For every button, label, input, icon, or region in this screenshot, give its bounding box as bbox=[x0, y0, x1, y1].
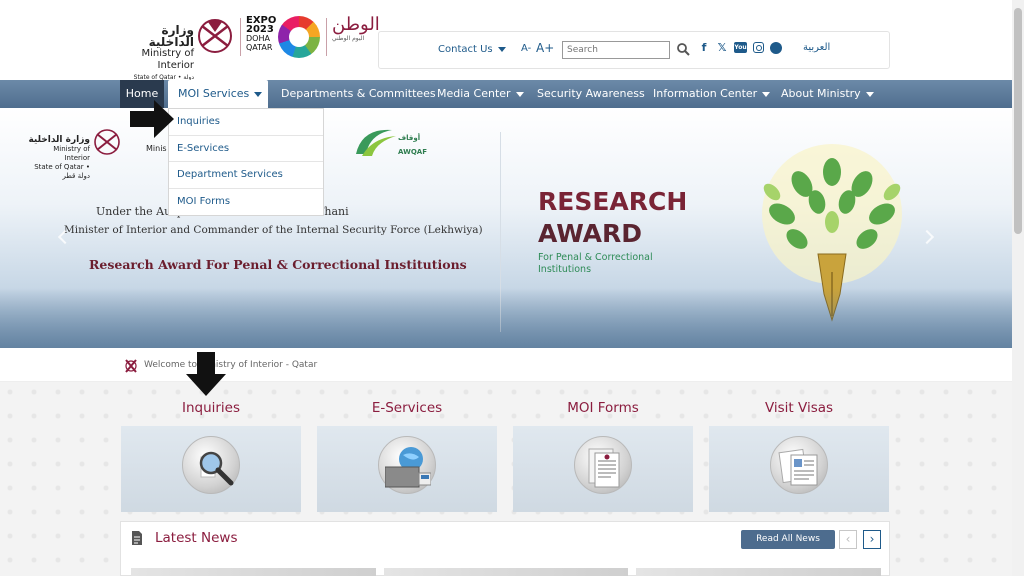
read-all-news-button[interactable]: Read All News bbox=[741, 530, 835, 549]
arrow-right-icon bbox=[130, 100, 174, 138]
awqaf-logo-icon bbox=[356, 129, 396, 156]
youtube-icon[interactable]: You bbox=[734, 42, 747, 53]
page-scrollbar[interactable] bbox=[1012, 0, 1024, 576]
breadcrumb-text: Welcome to Ministry of Interior - Qatar bbox=[144, 360, 318, 370]
contact-us-link[interactable]: Contact Us bbox=[438, 44, 506, 55]
service-tile[interactable] bbox=[317, 426, 497, 512]
logo-arabic: وزارة الداخلية bbox=[148, 23, 194, 49]
font-increase-button[interactable]: A+ bbox=[536, 41, 554, 55]
service-icon-circle bbox=[378, 436, 436, 494]
nav-media-center[interactable]: Media Center bbox=[437, 80, 524, 108]
arrow-down-icon bbox=[186, 352, 226, 396]
service-title[interactable]: MOI Forms bbox=[513, 392, 693, 426]
chevron-down-icon bbox=[762, 91, 771, 97]
qatar-emblem-icon bbox=[198, 19, 232, 53]
search-input[interactable] bbox=[562, 41, 670, 59]
moi-services-dropdown: Inquiries E-Services Department Services… bbox=[168, 108, 324, 216]
instagram-icon[interactable] bbox=[753, 42, 764, 53]
arabic-language-link[interactable]: العربية bbox=[803, 42, 830, 53]
service-icon-circle bbox=[182, 436, 240, 494]
research-award-subtitle: For Penal & Correctional Institutions bbox=[538, 252, 653, 275]
emblem-icon bbox=[125, 359, 137, 373]
banner-moi-logo: وزارة الداخلية Ministry of Interior Stat… bbox=[28, 135, 90, 181]
breadcrumb: Welcome to Ministry of Interior - Qatar bbox=[0, 350, 1012, 382]
service-tile[interactable] bbox=[513, 426, 693, 512]
logo-english: Ministry of Interior bbox=[141, 48, 195, 71]
nav-moi-services[interactable]: MOI Services bbox=[168, 80, 268, 108]
dropdown-item-moi-forms[interactable]: MOI Forms bbox=[169, 189, 323, 216]
font-decrease-button[interactable]: A- bbox=[521, 43, 531, 54]
news-next-button[interactable]: › bbox=[863, 530, 881, 549]
hero-banner[interactable]: وزارة الداخلية Ministry of Interior Stat… bbox=[0, 108, 1012, 348]
social-links: f 𝕏 You bbox=[698, 41, 782, 57]
dropdown-item-department-services[interactable]: Department Services bbox=[169, 162, 323, 189]
nav-security-awareness[interactable]: Security Awareness bbox=[537, 80, 645, 108]
awqaf-arabic: أوقاف bbox=[398, 134, 421, 142]
chevron-down-icon bbox=[497, 46, 506, 52]
nav-about-ministry[interactable]: About Ministry bbox=[781, 80, 874, 108]
search-icon[interactable] bbox=[676, 42, 690, 56]
latest-news-title: Latest News bbox=[155, 530, 238, 546]
nav-information-center[interactable]: Information Center bbox=[653, 80, 771, 108]
computer-icon bbox=[385, 447, 431, 488]
facebook-icon[interactable]: f bbox=[698, 41, 710, 54]
snapchat-icon[interactable] bbox=[770, 42, 782, 54]
scrollbar-thumb[interactable] bbox=[1014, 8, 1022, 234]
moi-logo[interactable]: وزارة الداخلية Ministry of Interior Stat… bbox=[120, 14, 380, 93]
service-title[interactable]: Inquiries bbox=[121, 392, 301, 426]
visa-papers-icon bbox=[778, 448, 818, 486]
x-twitter-icon[interactable]: 𝕏 bbox=[716, 41, 728, 54]
qatar-emblem-icon bbox=[94, 129, 120, 155]
research-award-title: RESEARCH AWARD bbox=[538, 187, 688, 248]
service-card-moi-forms[interactable]: MOI Forms bbox=[513, 392, 693, 512]
dropdown-item-e-services[interactable]: E-Services bbox=[169, 136, 323, 162]
service-icon-circle bbox=[574, 436, 632, 494]
chevron-down-icon bbox=[254, 91, 263, 97]
document-icon bbox=[132, 531, 142, 545]
nav-departments-committees[interactable]: Departments & Committees bbox=[281, 80, 436, 108]
header-toolbar: Contact Us A- A+ f 𝕏 You العربية bbox=[378, 31, 890, 69]
service-tile[interactable] bbox=[121, 426, 301, 512]
banner-subtitle: Research Award For Penal & Correctional … bbox=[89, 257, 467, 272]
banner-moi-text: Minis bbox=[146, 144, 167, 153]
service-card-inquiries[interactable]: Inquiries bbox=[121, 392, 301, 512]
news-item[interactable] bbox=[131, 568, 376, 576]
documents-icon bbox=[588, 448, 620, 488]
news-thumbnails bbox=[131, 568, 882, 576]
dropdown-item-inquiries[interactable]: Inquiries bbox=[169, 109, 323, 136]
service-card-visit-visas[interactable]: Visit Visas bbox=[709, 392, 889, 512]
logo-separator bbox=[326, 18, 327, 56]
service-card-e-services[interactable]: E-Services bbox=[317, 392, 497, 512]
expo-logo: EXPO 2023 DOHA QATAR bbox=[246, 15, 277, 53]
chevron-down-icon bbox=[865, 91, 874, 97]
expo-ring-icon bbox=[278, 16, 320, 58]
service-title[interactable]: Visit Visas bbox=[709, 392, 889, 426]
site-header: وزارة الداخلية Ministry of Interior Stat… bbox=[0, 0, 1012, 93]
logo-separator bbox=[240, 18, 241, 56]
awqaf-english: AWQAF bbox=[398, 148, 427, 156]
service-title[interactable]: E-Services bbox=[317, 392, 497, 426]
magnifier-icon bbox=[199, 451, 234, 486]
chevron-down-icon bbox=[515, 91, 524, 97]
news-prev-button[interactable]: ‹ bbox=[839, 530, 857, 549]
service-tile[interactable] bbox=[709, 426, 889, 512]
latest-news-panel: Latest News Read All News ‹ › bbox=[120, 521, 890, 576]
national-day-logo: الوطن اليوم الوطني bbox=[332, 14, 380, 42]
news-item[interactable] bbox=[383, 568, 629, 576]
service-icon-circle bbox=[770, 436, 828, 494]
pen-tree-illustration bbox=[762, 144, 902, 322]
banner-divider bbox=[500, 132, 501, 332]
banner-patron-line-2: Minister of Interior and Commander of th… bbox=[64, 224, 483, 236]
news-item[interactable] bbox=[636, 568, 882, 576]
